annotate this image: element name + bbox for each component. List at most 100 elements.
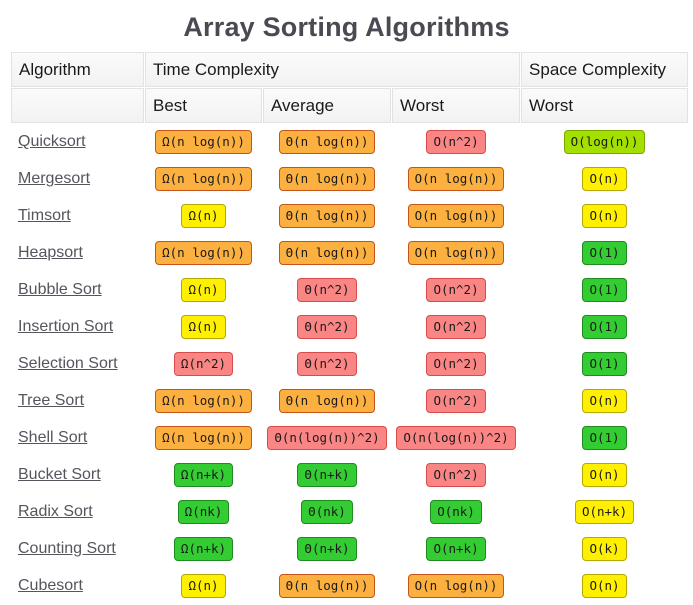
complexity-cell-space: O(n) <box>521 161 688 197</box>
header-blank <box>11 88 144 123</box>
algorithm-link[interactable]: Counting Sort <box>18 540 116 557</box>
complexity-cell-space: O(n) <box>521 383 688 419</box>
complexity-badge: O(n log(n)) <box>407 203 505 229</box>
complexity-cell-average: Θ(n log(n)) <box>263 124 391 160</box>
complexity-cell-best: Ω(n+k) <box>145 457 262 493</box>
complexity-badge: O(n^2) <box>426 388 486 414</box>
complexity-badge: Ω(n+k) <box>173 536 234 562</box>
complexity-badge: Ω(n log(n)) <box>155 388 252 414</box>
complexity-cell-average: Θ(n^2) <box>263 309 391 345</box>
table-row: Quicksort Ω(n log(n)) Θ(n log(n)) O(n^2) O(l… <box>11 124 688 160</box>
complexity-cell-best: Ω(n) <box>145 198 262 234</box>
complexity-cell-average: Θ(n log(n)) <box>263 383 391 419</box>
algorithm-link[interactable]: Bubble Sort <box>18 281 102 298</box>
complexity-badge: O(n^2) <box>426 314 486 340</box>
complexity-badge: Θ(n^2) <box>297 314 357 340</box>
complexity-cell-best: Ω(n log(n)) <box>145 124 262 160</box>
complexity-badge: Θ(n^2) <box>297 351 357 377</box>
complexity-cell-average: Θ(n^2) <box>263 272 391 308</box>
algorithm-name-cell: Mergesort <box>11 161 144 197</box>
algorithm-link[interactable]: Bucket Sort <box>18 466 101 483</box>
complexity-cell-average: Θ(n+k) <box>263 457 391 493</box>
table-header: Algorithm Time Complexity Space Complexi… <box>11 52 689 123</box>
table-row: Counting Sort Ω(n+k) Θ(n+k) O(n+k) O(k) <box>11 531 688 567</box>
complexity-badge: O(n log(n)) <box>407 166 505 192</box>
complexity-badge: O(n^2) <box>426 351 486 377</box>
complexity-badge: Θ(n log(n)) <box>278 129 376 155</box>
algorithm-link[interactable]: Cubesort <box>18 577 83 594</box>
complexity-badge: Ω(n) <box>181 277 226 303</box>
algorithm-link[interactable]: Insertion Sort <box>18 318 113 335</box>
complexity-cell-worst: O(n log(n)) <box>392 198 520 234</box>
complexity-badge: Ω(n log(n)) <box>155 129 252 155</box>
complexity-cell-average: Θ(nk) <box>263 494 391 530</box>
table-row: Selection Sort Ω(n^2) Θ(n^2) O(n^2) O(1) <box>11 346 688 382</box>
complexity-badge: Θ(n(log(n))^2) <box>267 425 387 451</box>
algorithm-link[interactable]: Heapsort <box>18 244 83 261</box>
complexity-badge: O(n^2) <box>426 129 486 155</box>
algorithm-name-cell: Quicksort <box>11 124 144 160</box>
table-row: Mergesort Ω(n log(n)) Θ(n log(n)) O(n log(n… <box>11 161 688 197</box>
algorithm-name-cell: Bucket Sort <box>11 457 144 493</box>
complexity-badge: Θ(n^2) <box>297 277 357 303</box>
complexity-cell-best: Ω(n^2) <box>145 346 262 382</box>
complexity-badge: Ω(n log(n)) <box>155 425 252 451</box>
table-row: Bucket Sort Ω(n+k) Θ(n+k) O(n^2) O(n) <box>11 457 688 493</box>
complexity-cell-worst: O(n^2) <box>392 309 520 345</box>
complexity-badge: Ω(n^2) <box>173 351 234 377</box>
algorithm-name-cell: Heapsort <box>11 235 144 271</box>
complexity-badge: O(n(log(n))^2) <box>396 425 516 451</box>
header-average: Average <box>263 88 391 123</box>
complexity-badge: Ω(n+k) <box>173 462 234 488</box>
complexity-cell-space: O(1) <box>521 346 688 382</box>
complexity-badge: O(n^2) <box>426 462 486 488</box>
array-sorting-complexity-table: Algorithm Time Complexity Space Complexi… <box>10 51 689 605</box>
complexity-cell-space: O(n) <box>521 568 688 604</box>
algorithm-link[interactable]: Selection Sort <box>18 355 118 372</box>
complexity-badge: Ω(n) <box>181 203 226 229</box>
algorithm-link[interactable]: Timsort <box>18 207 71 224</box>
complexity-cell-average: Θ(n log(n)) <box>263 568 391 604</box>
complexity-cell-space: O(1) <box>521 235 688 271</box>
algorithm-name-cell: Tree Sort <box>11 383 144 419</box>
complexity-cell-best: Ω(n log(n)) <box>145 420 262 456</box>
header-space-complexity: Space Complexity <box>521 52 689 87</box>
complexity-cell-best: Ω(nk) <box>145 494 262 530</box>
complexity-cell-average: Θ(n log(n)) <box>263 161 391 197</box>
complexity-cell-best: Ω(n log(n)) <box>145 383 262 419</box>
complexity-badge: Θ(nk) <box>301 499 353 525</box>
table-row: Timsort Ω(n) Θ(n log(n)) O(n log(n)) O(n) <box>11 198 688 234</box>
complexity-badge: Θ(n log(n)) <box>278 203 376 229</box>
complexity-cell-worst: O(n^2) <box>392 346 520 382</box>
complexity-cell-best: Ω(n+k) <box>145 531 262 567</box>
algorithm-name-cell: Radix Sort <box>11 494 144 530</box>
complexity-cell-worst: O(n^2) <box>392 383 520 419</box>
complexity-cell-worst: O(n(log(n))^2) <box>392 420 520 456</box>
algorithm-name-cell: Cubesort <box>11 568 144 604</box>
algorithm-name-cell: Counting Sort <box>11 531 144 567</box>
complexity-badge: Ω(nk) <box>177 499 230 525</box>
complexity-badge: O(n) <box>582 166 627 192</box>
header-row-group: Algorithm Time Complexity Space Complexi… <box>11 52 689 87</box>
algorithm-link[interactable]: Tree Sort <box>18 392 84 409</box>
algorithm-link[interactable]: Shell Sort <box>18 429 87 446</box>
algorithm-link[interactable]: Quicksort <box>18 133 86 150</box>
complexity-badge: O(n+k) <box>426 536 486 562</box>
complexity-badge: Ω(n log(n)) <box>155 240 252 266</box>
table-row: Tree Sort Ω(n log(n)) Θ(n log(n)) O(n^2) O(n… <box>11 383 688 419</box>
complexity-cell-space: O(n) <box>521 198 688 234</box>
complexity-cell-average: Θ(n^2) <box>263 346 391 382</box>
complexity-badge: Θ(n log(n)) <box>278 388 376 414</box>
complexity-badge: O(1) <box>582 240 627 266</box>
complexity-badge: O(1) <box>582 277 627 303</box>
complexity-badge: Θ(n log(n)) <box>278 166 376 192</box>
algorithm-link[interactable]: Radix Sort <box>18 503 93 520</box>
complexity-cell-space: O(1) <box>521 272 688 308</box>
header-worst: Worst <box>392 88 521 123</box>
table-row: Heapsort Ω(n log(n)) Θ(n log(n)) O(n log(n)… <box>11 235 688 271</box>
header-time-complexity: Time Complexity <box>145 52 521 87</box>
complexity-badge: Θ(n+k) <box>297 536 357 562</box>
complexity-badge: O(n) <box>582 462 627 488</box>
algorithm-link[interactable]: Mergesort <box>18 170 90 187</box>
complexity-cell-worst: O(n^2) <box>392 272 520 308</box>
